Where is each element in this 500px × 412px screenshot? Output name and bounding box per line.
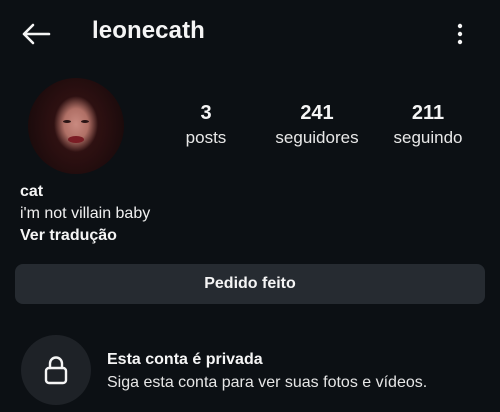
lock-icon — [44, 356, 68, 385]
stat-followers-label: seguidores — [275, 128, 359, 147]
more-options-button[interactable] — [446, 18, 474, 50]
stat-posts[interactable]: 3 posts — [178, 100, 234, 150]
stat-following-count: 211 — [411, 102, 445, 124]
arrow-left-icon — [22, 23, 51, 45]
stat-posts-count: 3 — [200, 102, 212, 124]
profile-bio: cat i'm not villain baby Ver tradução — [20, 181, 480, 247]
bio-text: i'm not villain baby — [20, 205, 151, 222]
profile-username: leonecath — [92, 17, 205, 44]
see-translation-link[interactable]: Ver tradução — [20, 225, 480, 247]
back-button[interactable] — [16, 18, 56, 50]
avatar-detail — [68, 136, 84, 143]
private-account-description: Siga esta conta para ver suas fotos e ví… — [107, 374, 428, 391]
profile-screen: leonecath 3 posts 241 seguidores 211 seg… — [0, 0, 500, 412]
stat-followers[interactable]: 241 seguidores — [266, 100, 368, 150]
private-lock-badge — [21, 335, 91, 405]
avatar-detail — [63, 120, 71, 123]
stat-followers-count: 241 — [300, 102, 334, 124]
profile-display-name: cat — [20, 183, 44, 200]
profile-avatar[interactable] — [28, 78, 124, 174]
top-bar: leonecath — [0, 0, 500, 68]
avatar-detail — [81, 120, 89, 123]
stat-posts-label: posts — [185, 128, 227, 147]
stat-following-label: seguindo — [393, 128, 463, 147]
stat-following[interactable]: 211 seguindo — [386, 100, 470, 150]
follow-request-button[interactable]: Pedido feito — [15, 264, 485, 304]
private-account-title: Esta conta é privada — [107, 351, 263, 368]
more-vertical-icon — [457, 23, 463, 45]
